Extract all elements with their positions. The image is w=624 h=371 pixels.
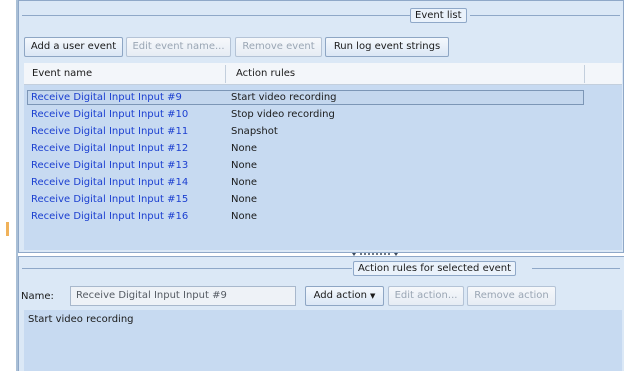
event-list-caption-rule-left bbox=[22, 15, 410, 16]
action-rule-cell: None bbox=[231, 160, 258, 171]
event-name-cell: Receive Digital Input Input #14 bbox=[31, 177, 189, 188]
table-row[interactable]: Receive Digital Input Input #15 None bbox=[27, 192, 584, 207]
event-name-cell: Receive Digital Input Input #11 bbox=[31, 126, 189, 137]
action-rule-cell: None bbox=[231, 211, 258, 222]
event-list-header: Event name Action rules bbox=[24, 63, 622, 85]
event-name-cell: Receive Digital Input Input #15 bbox=[31, 194, 189, 205]
table-row[interactable]: Receive Digital Input Input #14 None bbox=[27, 175, 584, 190]
name-label: Name: bbox=[21, 291, 54, 302]
event-name-cell: Receive Digital Input Input #9 bbox=[31, 92, 182, 103]
action-rule-cell: None bbox=[231, 143, 258, 154]
remove-event-button[interactable]: Remove event bbox=[235, 37, 322, 57]
remove-action-button[interactable]: Remove action bbox=[467, 286, 556, 306]
edit-action-button[interactable]: Edit action... bbox=[388, 286, 464, 306]
action-rule-cell: Snapshot bbox=[231, 126, 278, 137]
action-rule-item[interactable]: Start video recording bbox=[28, 313, 134, 327]
table-row[interactable]: Receive Digital Input Input #11 Snapshot bbox=[27, 124, 584, 139]
action-rules-caption: Action rules for selected event bbox=[353, 261, 517, 276]
add-user-event-button[interactable]: Add a user event bbox=[24, 37, 123, 57]
column-header-event-name[interactable]: Event name bbox=[32, 63, 92, 85]
run-log-event-strings-button[interactable]: Run log event strings bbox=[325, 37, 449, 57]
add-action-label: Add action bbox=[313, 290, 367, 301]
action-rule-cell: None bbox=[231, 194, 258, 205]
table-row[interactable]: Receive Digital Input Input #13 None bbox=[27, 158, 584, 173]
event-name-cell: Receive Digital Input Input #12 bbox=[31, 143, 189, 154]
column-divider[interactable] bbox=[225, 65, 226, 83]
event-name-cell: Receive Digital Input Input #10 bbox=[31, 109, 189, 120]
table-row[interactable]: Receive Digital Input Input #12 None bbox=[27, 141, 584, 156]
column-header-action-rules[interactable]: Action rules bbox=[236, 63, 295, 85]
column-divider[interactable] bbox=[584, 65, 585, 83]
left-edge-accent bbox=[6, 222, 9, 236]
event-name-cell: Receive Digital Input Input #16 bbox=[31, 211, 189, 222]
action-rule-cell: Start video recording bbox=[231, 92, 337, 103]
table-row[interactable]: Receive Digital Input Input #10 Stop vid… bbox=[27, 107, 584, 122]
action-rules-caption-rule-right bbox=[532, 268, 620, 269]
action-rule-cell: None bbox=[231, 177, 258, 188]
event-name-cell: Receive Digital Input Input #13 bbox=[31, 160, 189, 171]
table-row[interactable]: Receive Digital Input Input #16 None bbox=[27, 209, 584, 224]
event-list-caption: Event list bbox=[410, 8, 467, 23]
action-rules-caption-rule-left bbox=[22, 268, 352, 269]
table-row[interactable]: Receive Digital Input Input #9 Start vid… bbox=[27, 90, 584, 105]
edit-event-name-button[interactable]: Edit event name... bbox=[126, 37, 231, 57]
event-name-field[interactable]: Receive Digital Input Input #9 bbox=[70, 286, 296, 306]
event-list-caption-rule-right bbox=[470, 15, 620, 16]
caret-down-icon: ▼ bbox=[369, 292, 376, 300]
action-rule-cell: Stop video recording bbox=[231, 109, 335, 120]
add-action-dropdown-button[interactable]: Add action ▼ bbox=[305, 286, 384, 306]
